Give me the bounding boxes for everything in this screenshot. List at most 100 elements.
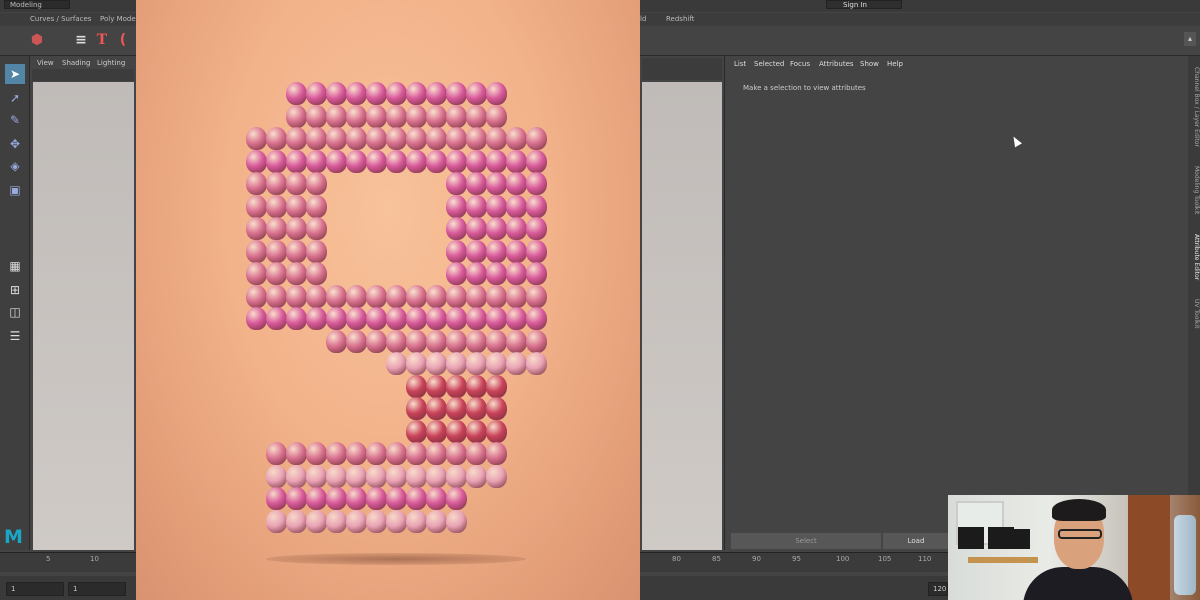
balloon [446,284,467,308]
menu-focus[interactable]: Focus [790,60,810,68]
split-view-icon[interactable]: ◫ [5,302,25,322]
balloon [426,374,447,398]
balloon [366,307,387,330]
balloon [506,172,527,195]
balloon [346,82,367,105]
balloon [386,104,407,128]
wc-desk [968,557,1038,563]
balloon [306,239,327,263]
balloon [426,284,447,308]
menu-lighting[interactable]: Lighting [97,59,125,67]
balloon [466,419,487,443]
curve-icon[interactable]: ( [114,31,132,49]
balloon [426,149,447,173]
menu-list[interactable]: List [734,60,746,68]
balloon [326,104,347,128]
balloon [406,352,427,375]
balloon [506,217,527,240]
balloon [306,217,327,240]
four-view-icon[interactable]: ⊞ [5,280,25,300]
menu-help[interactable]: Help [887,60,903,68]
balloon [506,239,527,263]
shelf-tab-redshift[interactable]: Redshift [666,15,694,23]
single-view-icon[interactable]: ▦ [5,256,25,276]
text-icon[interactable]: T [93,31,111,49]
balloon [526,352,547,375]
menu-attributes[interactable]: Attributes [819,60,854,68]
shelf-tab-poly-modeling[interactable]: Poly Mode [100,15,136,23]
balloon [266,172,287,195]
viewport-right[interactable] [642,82,722,550]
balloon [246,194,267,218]
shelf-tabs-right: ld Redshift [640,13,1200,26]
balloon [286,82,307,105]
balloon [526,127,547,150]
sign-in-button[interactable]: Sign In [826,0,902,9]
select-button[interactable]: Select [731,533,881,549]
shelf-tab-rigging[interactable]: ld [640,15,646,23]
tab-channel-box[interactable]: Channel Box / Layer Editor [1188,62,1200,152]
balloon [346,442,367,465]
balloon [306,284,327,308]
chevron-up-icon[interactable]: ▴ [1184,32,1196,46]
balloon [526,307,547,330]
balloon [486,307,507,330]
balloon [506,262,527,285]
cube-icon[interactable]: ⬢ [28,31,46,49]
start-time-field[interactable]: 1 [6,582,64,596]
balloon [326,442,347,465]
scale-tool-icon[interactable]: ▣ [5,180,25,200]
balloon [386,127,407,150]
balloon [466,307,487,330]
load-button[interactable]: Load [883,533,949,549]
viewport-left[interactable] [33,82,134,550]
side-tabs: Channel Box / Layer Editor Modeling Tool… [1188,56,1200,550]
balloon [286,464,307,488]
tick-label: 80 [672,555,681,563]
balloon [306,307,327,330]
time-slider-right[interactable]: 80 85 90 95 100 105 110 [640,552,950,572]
end-time-field[interactable]: 120 [928,582,948,596]
move-tool-icon[interactable]: ✥ [5,134,25,154]
balloon [346,464,367,488]
tab-attribute-editor[interactable]: Attribute Editor [1188,228,1200,286]
menu-view[interactable]: View [37,59,54,67]
balloon [486,194,507,218]
paint-tool-icon[interactable]: ✎ [5,110,25,130]
balloon [346,127,367,150]
viewport-right-header [642,58,722,80]
balloon [486,262,507,285]
balloon [466,352,487,375]
balloon [466,104,487,128]
balloon [406,104,427,128]
mode-select[interactable]: Modeling [4,0,70,9]
outliner-icon[interactable]: ☰ [5,326,25,346]
menu-show[interactable]: Show [860,60,879,68]
range-start-field[interactable]: 1 [68,582,126,596]
rotate-tool-icon[interactable]: ◈ [5,156,25,176]
tab-uv-toolkit[interactable]: UV Toolkit [1188,294,1200,334]
balloon [286,104,307,128]
balloon [346,307,367,330]
balloon [466,217,487,240]
balloon [346,487,367,510]
balloon [266,262,287,285]
balloon [466,82,487,105]
menu-selected[interactable]: Selected [754,60,784,68]
balloon [386,352,407,375]
list-icon[interactable]: ≡ [72,31,90,49]
shelf-tab-curves-surfaces[interactable]: Curves / Surfaces [30,15,91,23]
presenter-hair [1052,499,1106,521]
balloon [286,239,307,263]
balloon [426,127,447,150]
balloon [366,104,387,128]
balloon [346,149,367,173]
tick-label: 85 [712,555,721,563]
balloon [426,464,447,488]
menu-shading[interactable]: Shading [62,59,90,67]
balloon [446,464,467,488]
lasso-tool-icon[interactable]: ➚ [5,88,25,108]
tab-modeling-toolkit[interactable]: Modeling Toolkit [1188,160,1200,220]
select-tool-icon[interactable]: ➤ [5,64,25,84]
balloon [386,329,407,353]
